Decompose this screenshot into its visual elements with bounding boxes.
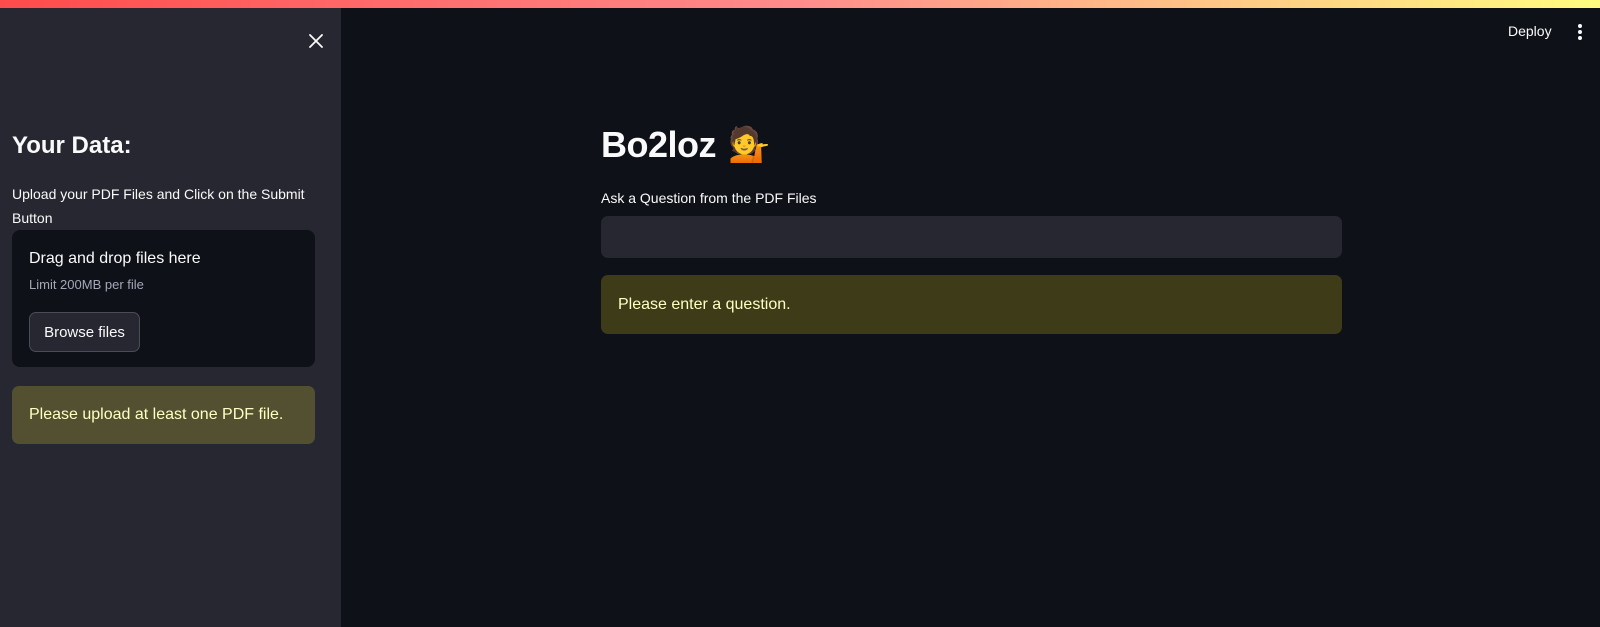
top-decoration-bar — [0, 0, 1600, 8]
file-dropzone[interactable]: Drag and drop files here Limit 200MB per… — [12, 230, 315, 367]
page-title-text: Bo2loz — [601, 124, 717, 165]
more-vertical-icon — [1578, 24, 1582, 28]
page-title: Bo2loz 💁 — [601, 124, 770, 166]
main-menu-button[interactable] — [1570, 21, 1590, 43]
browse-files-button[interactable]: Browse files — [29, 312, 140, 352]
upload-warning-alert: Please upload at least one PDF file. — [12, 386, 315, 444]
sidebar-close-button[interactable] — [305, 30, 327, 52]
dropzone-title: Drag and drop files here — [29, 250, 201, 267]
question-label: Ask a Question from the PDF Files — [601, 190, 817, 206]
sidebar: Your Data: Upload your PDF Files and Cli… — [0, 8, 341, 627]
deploy-button[interactable]: Deploy — [1508, 23, 1552, 39]
question-warning-alert: Please enter a question. — [601, 275, 1342, 334]
close-icon — [309, 34, 323, 48]
question-input[interactable] — [601, 216, 1342, 258]
person-tipping-hand-icon: 💁 — [728, 125, 770, 165]
sidebar-title: Your Data: — [12, 132, 132, 159]
sidebar-description: Upload your PDF Files and Click on the S… — [12, 186, 305, 226]
dropzone-limit: Limit 200MB per file — [29, 277, 144, 292]
